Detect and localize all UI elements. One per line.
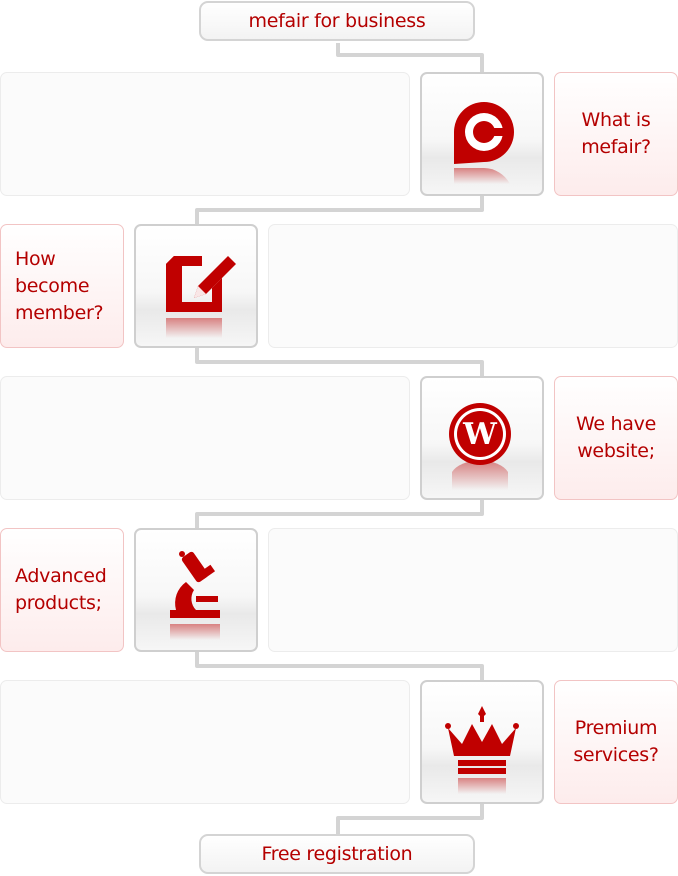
step-content-panel <box>0 680 410 804</box>
step-content-panel <box>268 224 678 348</box>
step-label[interactable]: How become member? <box>0 224 124 348</box>
step-row-website: W We have website; <box>0 376 678 500</box>
connector-3-4 <box>195 500 484 529</box>
connector-2-3 <box>195 348 484 377</box>
crown-icon <box>445 706 519 794</box>
free-registration-button[interactable]: Free registration <box>199 834 475 874</box>
step-icon-tile[interactable] <box>420 72 544 196</box>
step-content-panel <box>0 72 410 196</box>
start-button[interactable]: mefair for business <box>199 1 475 41</box>
step-label[interactable]: Premium services? <box>554 680 678 804</box>
edit-document-icon <box>166 256 236 338</box>
svg-text:W: W <box>462 417 498 452</box>
step-row-premium-services: Premium services? <box>0 680 678 804</box>
step-row-advanced-products: Advanced products; <box>0 528 678 652</box>
step-label[interactable]: What is mefair? <box>554 72 678 196</box>
connector-4-5 <box>195 652 484 681</box>
step-content-panel <box>268 528 678 652</box>
step-row-what-is-mefair: What is mefair? <box>0 72 678 196</box>
step-icon-tile[interactable] <box>134 224 258 348</box>
step-icon-tile[interactable]: W <box>420 376 544 500</box>
step-label[interactable]: Advanced products; <box>0 528 124 652</box>
step-content-panel <box>0 376 410 500</box>
connector-end <box>336 804 484 834</box>
step-row-how-become-member: How become member? <box>0 224 678 348</box>
target-pin-icon <box>454 102 514 184</box>
connector-start <box>336 43 484 73</box>
connector-1-2 <box>195 196 484 225</box>
step-label[interactable]: We have website; <box>554 376 678 500</box>
step-icon-tile[interactable] <box>420 680 544 804</box>
step-icon-tile[interactable] <box>134 528 258 652</box>
microscope-icon <box>170 551 220 640</box>
wordpress-icon: W <box>449 403 511 490</box>
